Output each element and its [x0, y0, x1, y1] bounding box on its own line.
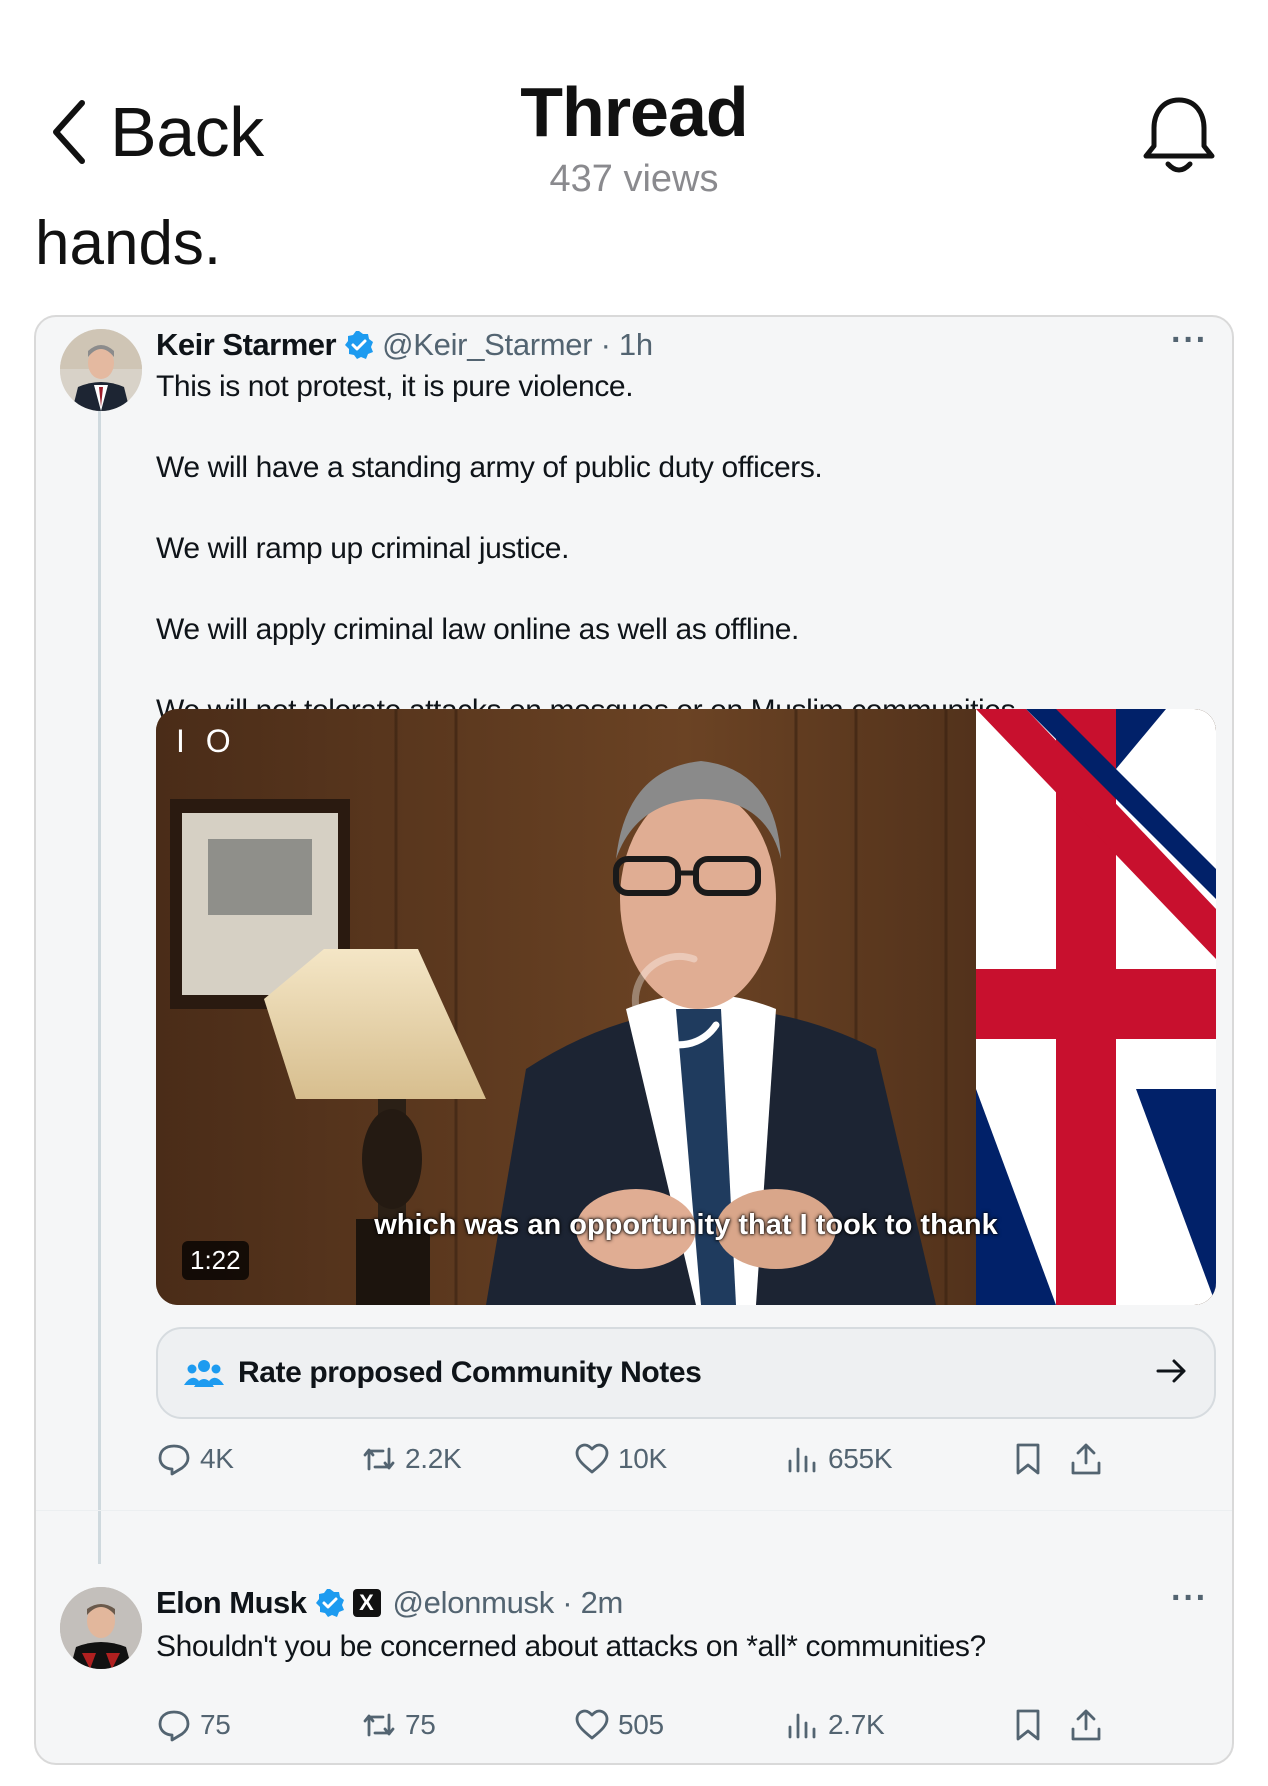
- reply-actions: 75 75 505 2.7K: [156, 1707, 1232, 1755]
- repost-icon: [363, 1713, 395, 1737]
- repost-count: 75: [405, 1709, 436, 1740]
- avatar[interactable]: [60, 329, 142, 411]
- reply-count: 4K: [200, 1443, 234, 1474]
- people-icon: [184, 1360, 224, 1387]
- loading-spinner-icon: [631, 953, 720, 1049]
- share-button[interactable]: [1068, 1441, 1104, 1477]
- divider: [36, 1510, 1232, 1511]
- more-options-icon[interactable]: ···: [1171, 321, 1208, 360]
- reply-header: Elon Musk X @elonmusk · 2m: [156, 1585, 623, 1621]
- previous-message-text: hands.: [35, 209, 222, 278]
- reply-button[interactable]: 75: [156, 1707, 231, 1743]
- repost-button[interactable]: 2.2K: [361, 1441, 462, 1477]
- repost-button[interactable]: 75: [361, 1707, 436, 1743]
- views-button[interactable]: 655K: [784, 1441, 893, 1477]
- embedded-screenshot[interactable]: Keir Starmer @Keir_Starmer · 1h ··· This…: [34, 315, 1234, 1765]
- x-affiliate-badge: X: [352, 1589, 381, 1617]
- heart-icon: [575, 1443, 609, 1474]
- bookmark-icon: [1016, 1443, 1040, 1475]
- reply-count: 75: [200, 1709, 231, 1740]
- bookmark-button[interactable]: [1010, 1707, 1046, 1743]
- like-count: 505: [618, 1709, 664, 1740]
- verified-badge-icon: [315, 1589, 344, 1617]
- share-icon: [1071, 1443, 1101, 1475]
- bell-icon[interactable]: [1138, 92, 1220, 182]
- bookmark-icon: [1016, 1709, 1040, 1741]
- analytics-icon: [788, 1447, 816, 1473]
- reply-icon: [158, 1444, 190, 1476]
- repost-icon: [363, 1447, 395, 1471]
- author-handle[interactable]: @Keir_Starmer · 1h: [382, 327, 653, 363]
- video-caption: which was an opportunity that I took to …: [374, 1209, 998, 1241]
- view-count: 437 views: [549, 158, 719, 200]
- page-title: Thread: [520, 73, 748, 151]
- arrow-right-icon: [1156, 1359, 1186, 1383]
- video-player[interactable]: I O which was an opportunity that I took…: [156, 709, 1216, 1305]
- heart-icon: [575, 1709, 609, 1740]
- rate-community-notes-button[interactable]: Rate proposed Community Notes: [156, 1327, 1216, 1419]
- like-button[interactable]: 505: [574, 1707, 664, 1743]
- author-handle[interactable]: @elonmusk · 2m: [393, 1585, 624, 1621]
- title-block: Thread 437 views: [0, 72, 1268, 201]
- share-icon: [1071, 1709, 1101, 1741]
- avatar[interactable]: [60, 1587, 142, 1669]
- like-button[interactable]: 10K: [574, 1441, 667, 1477]
- post-line: This is not protest, it is pure violence…: [156, 370, 634, 403]
- reply-body: Shouldn't you be concerned about attacks…: [156, 1630, 986, 1663]
- reply-icon: [158, 1710, 190, 1742]
- video-label: I O: [176, 723, 237, 759]
- community-notes-label: Rate proposed Community Notes: [238, 1356, 702, 1389]
- views-button[interactable]: 2.7K: [784, 1707, 885, 1743]
- video-duration: 1:22: [182, 1241, 249, 1280]
- thread-connector-line: [98, 409, 101, 1564]
- view-count: 2.7K: [828, 1709, 885, 1740]
- post-header: Keir Starmer @Keir_Starmer · 1h: [156, 327, 653, 363]
- verified-badge-icon: [345, 331, 374, 359]
- analytics-icon: [788, 1713, 816, 1739]
- more-options-icon[interactable]: ···: [1171, 1579, 1208, 1618]
- author-name[interactable]: Elon Musk: [156, 1585, 307, 1621]
- reply-button[interactable]: 4K: [156, 1441, 234, 1477]
- post-line: We will apply criminal law online as wel…: [156, 613, 799, 646]
- view-count: 655K: [828, 1443, 893, 1474]
- post-actions: 4K 2.2K 10K 655K: [156, 1441, 1232, 1489]
- repost-count: 2.2K: [405, 1443, 462, 1474]
- bookmark-button[interactable]: [1010, 1441, 1046, 1477]
- post-line: We will ramp up criminal justice.: [156, 532, 570, 565]
- author-name[interactable]: Keir Starmer: [156, 327, 337, 363]
- post-line: We will have a standing army of public d…: [156, 451, 823, 484]
- thread-header: Back Thread 437 views: [0, 0, 1268, 200]
- like-count: 10K: [618, 1443, 667, 1474]
- share-button[interactable]: [1068, 1707, 1104, 1743]
